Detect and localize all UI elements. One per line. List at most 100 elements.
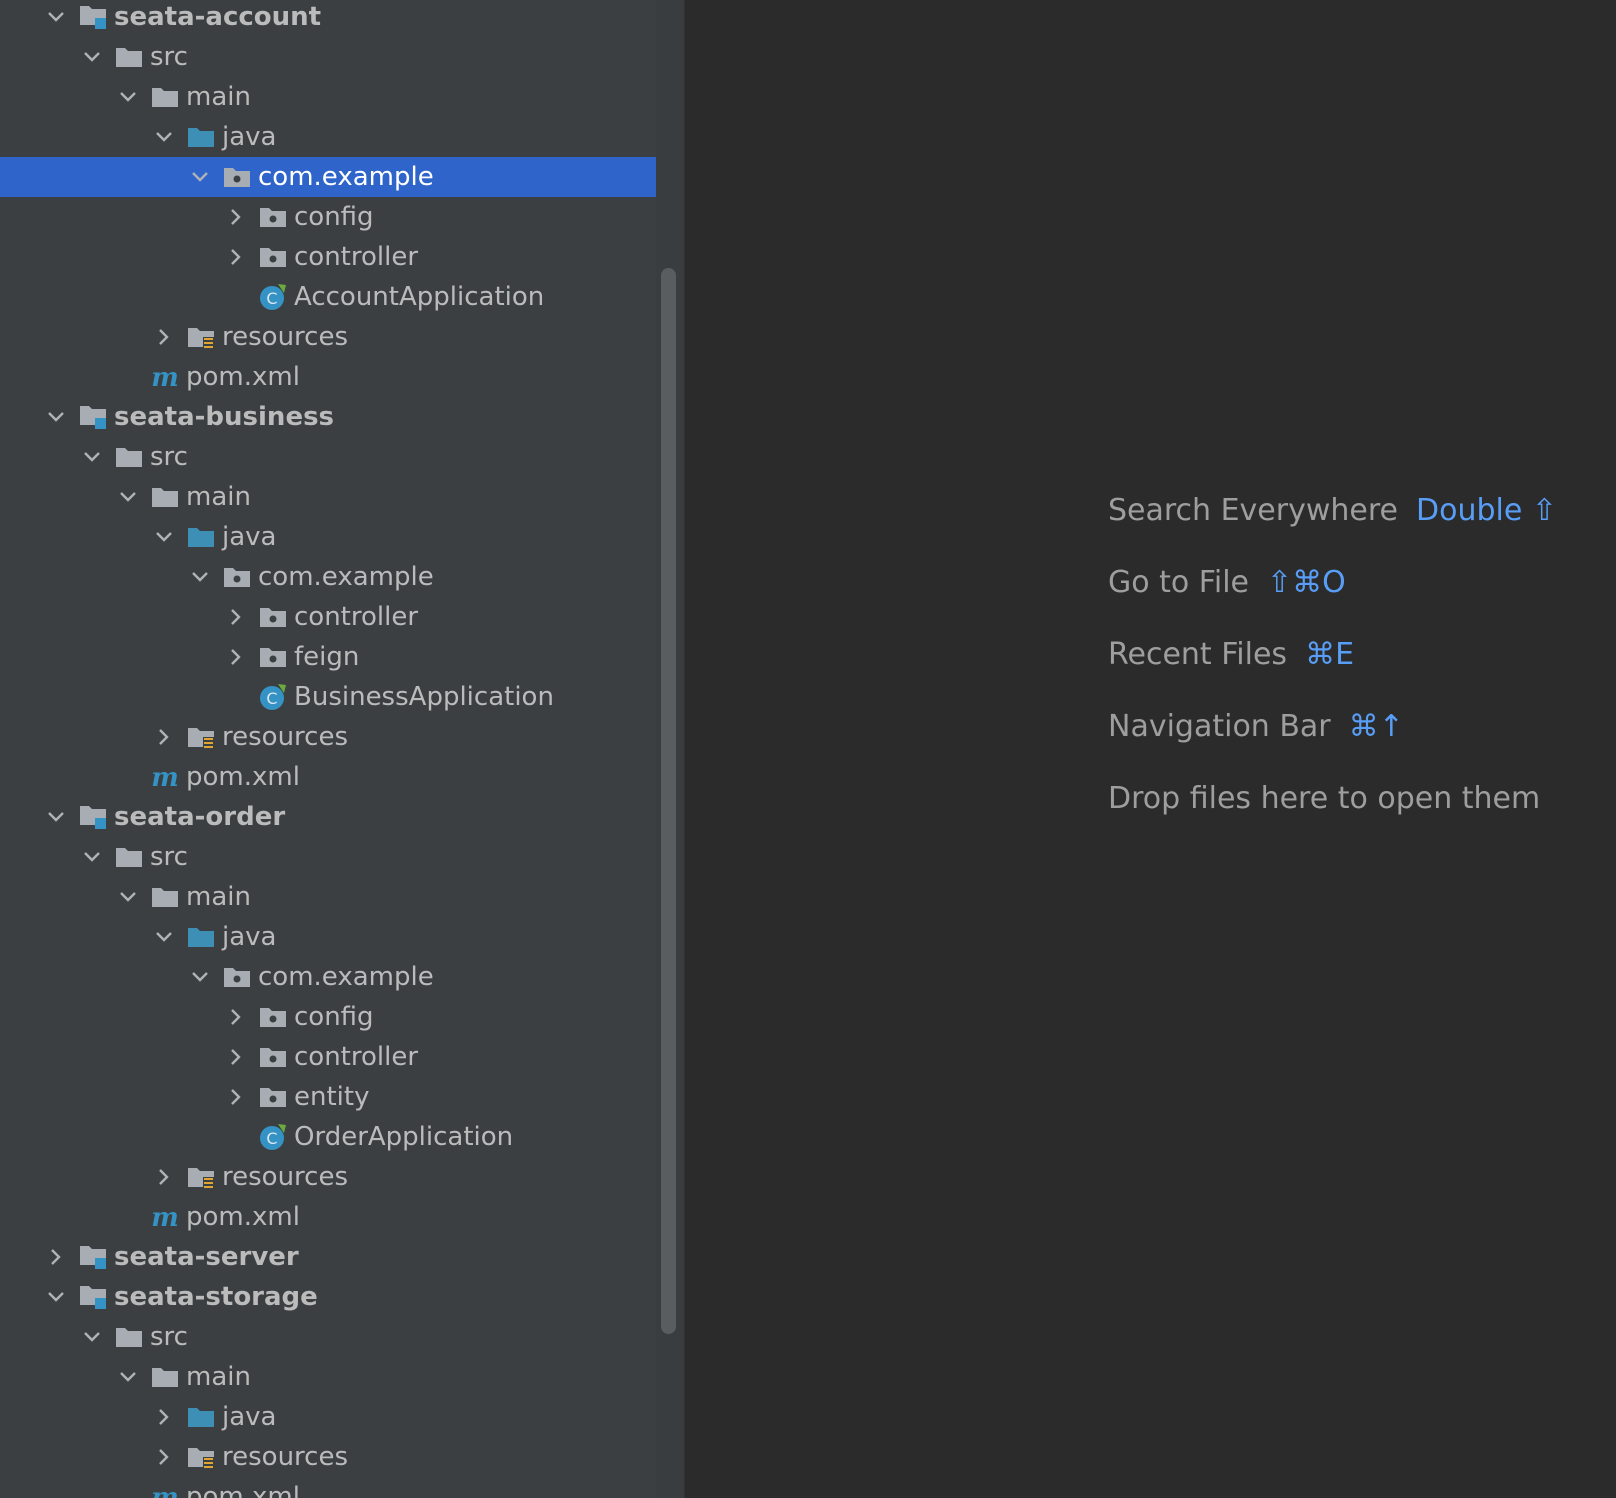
tree-row[interactable]: seata-account: [0, 0, 656, 37]
chevron-down-icon[interactable]: [188, 157, 212, 197]
package-folder-icon: [258, 603, 288, 631]
chevron-down-icon[interactable]: [116, 477, 140, 517]
tree-row-label: controller: [294, 1042, 419, 1072]
chevron-right-icon[interactable]: [224, 197, 248, 237]
chevron-right-icon[interactable]: [152, 1437, 176, 1477]
tree-row[interactable]: m pom.xml: [0, 757, 656, 797]
tree-row[interactable]: resources: [0, 1157, 656, 1197]
tree-row[interactable]: src: [0, 837, 656, 877]
hint-navigation-bar[interactable]: Navigation Bar ⌘↑: [1108, 707, 1404, 747]
tree-row[interactable]: config: [0, 997, 656, 1037]
tree-row[interactable]: main: [0, 477, 656, 517]
tree-row-label: feign: [294, 642, 360, 672]
chevron-down-icon[interactable]: [188, 557, 212, 597]
chevron-down-icon[interactable]: [116, 877, 140, 917]
tree-row[interactable]: m pom.xml: [0, 1197, 656, 1237]
chevron-down-icon[interactable]: [44, 797, 68, 837]
resources-folder-icon: [186, 1443, 216, 1471]
chevron-down-icon[interactable]: [44, 397, 68, 437]
tree-row[interactable]: C AccountApplication: [0, 277, 656, 317]
package-folder-icon: [222, 163, 252, 191]
tree-row[interactable]: seata-storage: [0, 1277, 656, 1317]
tree-row[interactable]: com.example: [0, 157, 656, 197]
tree-row[interactable]: java: [0, 917, 656, 957]
tree-row[interactable]: m pom.xml: [0, 357, 656, 397]
tree-row[interactable]: java: [0, 117, 656, 157]
module-folder-icon: [78, 1283, 108, 1311]
project-tree-panel[interactable]: seata-account src main java com.example confi…: [0, 0, 656, 1498]
chevron-right-icon[interactable]: [152, 317, 176, 357]
maven-file-icon: m: [150, 1483, 180, 1498]
folder-icon: [114, 443, 144, 471]
tree-row[interactable]: controller: [0, 237, 656, 277]
chevron-down-icon[interactable]: [80, 1317, 104, 1357]
chevron-right-icon[interactable]: [224, 1077, 248, 1117]
folder-icon: [150, 83, 180, 111]
spring-class-icon: C: [258, 683, 288, 711]
tree-row[interactable]: feign: [0, 637, 656, 677]
chevron-down-icon[interactable]: [152, 517, 176, 557]
chevron-down-icon[interactable]: [80, 837, 104, 877]
chevron-down-icon[interactable]: [80, 437, 104, 477]
chevron-down-icon[interactable]: [116, 77, 140, 117]
tree-row[interactable]: main: [0, 77, 656, 117]
tree-row[interactable]: java: [0, 1397, 656, 1437]
chevron-down-icon[interactable]: [44, 0, 68, 37]
chevron-right-icon[interactable]: [44, 1237, 68, 1277]
chevron-right-icon[interactable]: [224, 1037, 248, 1077]
chevron-right-icon[interactable]: [152, 1397, 176, 1437]
chevron-down-icon[interactable]: [152, 117, 176, 157]
source-root-folder-icon: [186, 523, 216, 551]
hint-label: Recent Files: [1108, 637, 1288, 672]
chevron-right-icon[interactable]: [224, 997, 248, 1037]
tree-row[interactable]: config: [0, 197, 656, 237]
tree-row[interactable]: seata-business: [0, 397, 656, 437]
tree-row[interactable]: resources: [0, 317, 656, 357]
tree-row[interactable]: src: [0, 1317, 656, 1357]
chevron-down-icon[interactable]: [188, 957, 212, 997]
tree-row[interactable]: resources: [0, 717, 656, 757]
chevron-down-icon[interactable]: [44, 1277, 68, 1317]
maven-file-icon: m: [150, 1203, 180, 1231]
tree-row[interactable]: C OrderApplication: [0, 1117, 656, 1157]
maven-file-icon: m: [150, 763, 180, 791]
tree-row[interactable]: java: [0, 517, 656, 557]
tree-row-label: main: [186, 1362, 251, 1392]
package-folder-icon: [258, 1083, 288, 1111]
tree-row[interactable]: com.example: [0, 957, 656, 997]
chevron-down-icon[interactable]: [116, 1357, 140, 1397]
tree-row-label: resources: [222, 722, 349, 752]
tree-row-label: com.example: [258, 962, 434, 992]
tree-row[interactable]: m pom.xml: [0, 1477, 656, 1498]
chevron-right-icon[interactable]: [224, 637, 248, 677]
hint-recent-files[interactable]: Recent Files ⌘E: [1108, 635, 1354, 675]
chevron-right-icon[interactable]: [224, 237, 248, 277]
tree-row[interactable]: resources: [0, 1437, 656, 1477]
tree-row[interactable]: seata-order: [0, 797, 656, 837]
tree-scrollbar-thumb[interactable]: [661, 268, 676, 1334]
tree-row[interactable]: entity: [0, 1077, 656, 1117]
package-folder-icon: [222, 563, 252, 591]
chevron-right-icon[interactable]: [224, 597, 248, 637]
tree-row[interactable]: src: [0, 37, 656, 77]
tree-row[interactable]: C BusinessApplication: [0, 677, 656, 717]
chevron-down-icon[interactable]: [80, 37, 104, 77]
tree-row[interactable]: seata-server: [0, 1237, 656, 1277]
hint-search-everywhere[interactable]: Search Everywhere Double ⇧: [1108, 491, 1557, 531]
chevron-right-icon[interactable]: [152, 717, 176, 757]
tree-row[interactable]: main: [0, 1357, 656, 1397]
tree-row[interactable]: controller: [0, 597, 656, 637]
tree-row-label: BusinessApplication: [294, 682, 554, 712]
editor-empty-area[interactable]: Search Everywhere Double ⇧ Go to File ⇧⌘O …: [685, 0, 1616, 1498]
tree-row-label: config: [294, 202, 374, 232]
tree-row[interactable]: main: [0, 877, 656, 917]
chevron-right-icon[interactable]: [152, 1157, 176, 1197]
tree-row[interactable]: com.example: [0, 557, 656, 597]
tree-row-label: java: [222, 922, 277, 952]
hint-go-to-file[interactable]: Go to File ⇧⌘O: [1108, 563, 1346, 603]
tree-row[interactable]: controller: [0, 1037, 656, 1077]
tree-row[interactable]: src: [0, 437, 656, 477]
resources-folder-icon: [186, 1163, 216, 1191]
chevron-down-icon[interactable]: [152, 917, 176, 957]
folder-icon: [150, 483, 180, 511]
